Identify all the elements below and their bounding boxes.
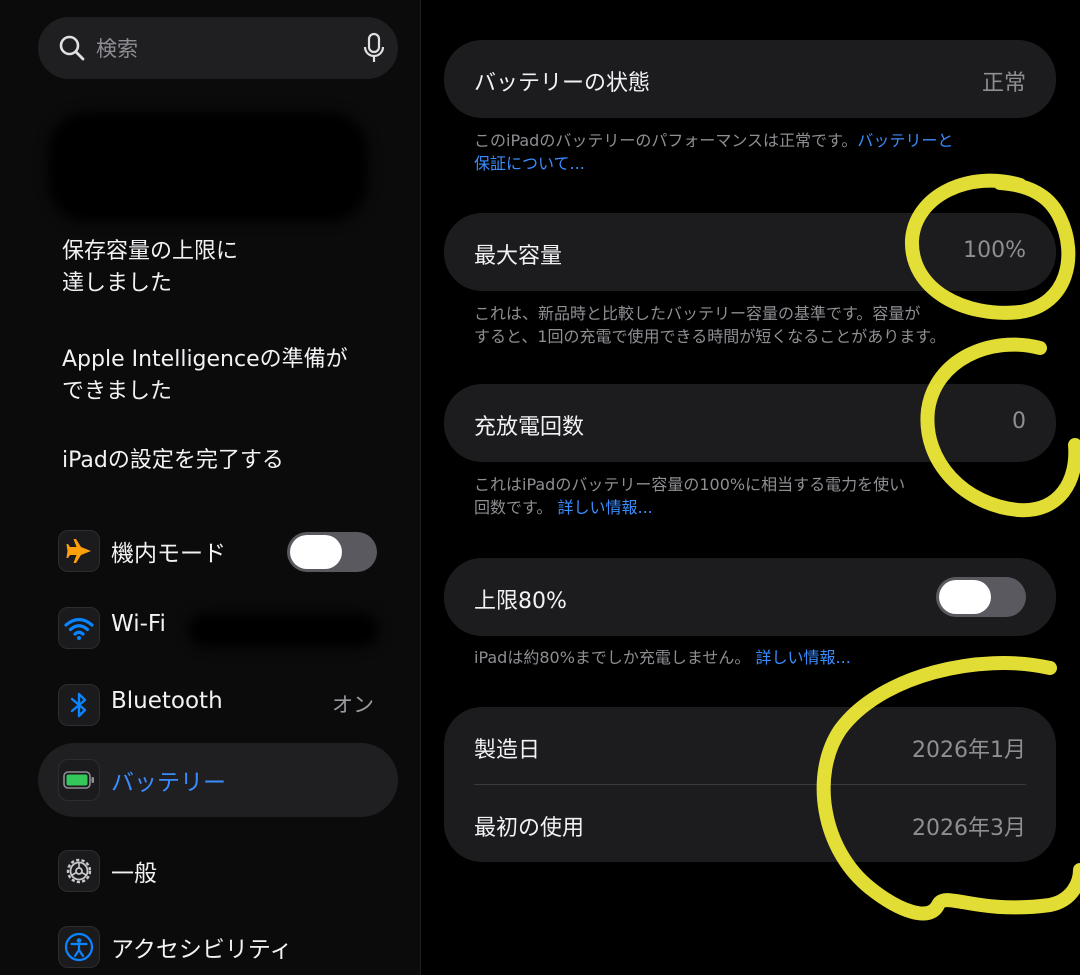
airplane-mode-toggle[interactable]: [287, 532, 377, 572]
note-text: このiPadのバッテリーのパフォーマンスは正常です。: [474, 131, 858, 150]
cycle-count-title: 充放電回数: [474, 415, 585, 440]
battery-health-value: 正常: [981, 71, 1026, 96]
sidebar-item-battery[interactable]: バッテリー: [38, 743, 398, 817]
notice-line: 達しました: [62, 271, 173, 296]
battery-health-note: このiPadのバッテリーのパフォーマンスは正常です。バッテリーと 保証について.…: [474, 129, 1034, 175]
redacted-network-name: [188, 613, 378, 647]
manufacture-date-value: 2026年1月: [912, 738, 1026, 763]
toggle-knob: [939, 580, 991, 614]
note-text: これはiPadのバッテリー容量の100%に相当する電力を使い: [474, 475, 906, 494]
sidebar-item-accessibility[interactable]: アクセシビリティ: [38, 910, 398, 975]
airplane-icon: [58, 530, 100, 572]
row-separator: [474, 784, 1026, 785]
max-capacity-value: 100%: [963, 238, 1026, 263]
sidebar-item-label: 一般: [111, 861, 157, 887]
note-text: iPadは約80%までしか充電しません。: [474, 648, 751, 667]
sidebar-item-label: バッテリー: [111, 770, 226, 796]
battery-warranty-link[interactable]: バッテリーと: [857, 131, 953, 150]
limit-80-note: iPadは約80%までしか充電しません。 詳しい情報...: [474, 646, 1034, 669]
notice-line: iPadの設定を完了する: [62, 448, 284, 473]
limit-80-toggle[interactable]: [936, 577, 1026, 617]
sidebar-item-label: アクセシビリティ: [111, 937, 293, 963]
battery-icon: [58, 759, 100, 801]
limit-80-title: 上限80%: [474, 589, 567, 614]
battery-warranty-link[interactable]: 保証について...: [474, 154, 585, 173]
search-bar[interactable]: 検索: [38, 17, 398, 79]
pane-divider: [420, 0, 421, 975]
bluetooth-status: オン: [332, 693, 374, 717]
sidebar-item-label: Wi-Fi: [111, 611, 166, 637]
manufacture-date-title: 製造日: [474, 738, 541, 763]
max-capacity-title: 最大容量: [474, 244, 563, 269]
first-use-title: 最初の使用: [474, 816, 585, 841]
sidebar: 検索 保存容量の上限に 達しました Apple Intelligenceの準備が…: [0, 0, 420, 975]
notice-storage-full[interactable]: 保存容量の上限に 達しました: [62, 236, 238, 300]
search-icon: [59, 35, 85, 61]
wifi-icon: [58, 607, 100, 649]
notice-line: Apple Intelligenceの準備が: [62, 347, 348, 372]
sidebar-item-general[interactable]: 一般: [38, 834, 398, 908]
sidebar-item-wifi[interactable]: Wi-Fi: [38, 591, 398, 665]
notice-finish-setup[interactable]: iPadの設定を完了する: [62, 445, 284, 477]
accessibility-icon: [58, 926, 100, 968]
cycle-count-row: 充放電回数 0: [444, 384, 1056, 462]
note-text: 回数です。: [474, 498, 553, 517]
first-use-value: 2026年3月: [912, 816, 1026, 841]
limit-80-row: 上限80%: [444, 558, 1056, 636]
cycle-count-note: これはiPadのバッテリー容量の100%に相当する電力を使い 回数です。 詳しい…: [474, 473, 1034, 519]
microphone-icon[interactable]: [361, 32, 387, 64]
bluetooth-icon: [58, 684, 100, 726]
sidebar-item-airplane-mode: 機内モード: [38, 514, 398, 588]
search-placeholder: 検索: [96, 37, 138, 61]
learn-more-link[interactable]: 詳しい情報...: [756, 648, 851, 667]
notice-apple-intelligence[interactable]: Apple Intelligenceの準備が できました: [62, 344, 348, 408]
max-capacity-note: これは、新品時と比較したバッテリー容量の基準です。容量が すると、1回の充電で使…: [474, 302, 1034, 348]
sidebar-item-bluetooth[interactable]: Bluetooth オン: [38, 668, 398, 742]
dates-group: 製造日 2026年1月 最初の使用 2026年3月: [444, 707, 1056, 862]
cycle-count-value: 0: [1012, 409, 1026, 434]
toggle-knob: [290, 535, 342, 569]
battery-health-title: バッテリーの状態: [474, 71, 651, 96]
max-capacity-row: 最大容量 100%: [444, 213, 1056, 291]
note-text: これは、新品時と比較したバッテリー容量の基準です。容量が: [474, 304, 921, 323]
learn-more-link[interactable]: 詳しい情報...: [558, 498, 653, 517]
sidebar-item-label: 機内モード: [111, 541, 226, 567]
gear-icon: [58, 850, 100, 892]
sidebar-item-label: Bluetooth: [111, 688, 223, 714]
note-text: すると、1回の充電で使用できる時間が短くなることがあります。: [474, 327, 946, 346]
battery-health-row[interactable]: バッテリーの状態 正常: [444, 40, 1056, 118]
notice-line: できました: [62, 379, 173, 404]
redacted-profile: [48, 112, 368, 222]
notice-line: 保存容量の上限に: [62, 239, 239, 264]
